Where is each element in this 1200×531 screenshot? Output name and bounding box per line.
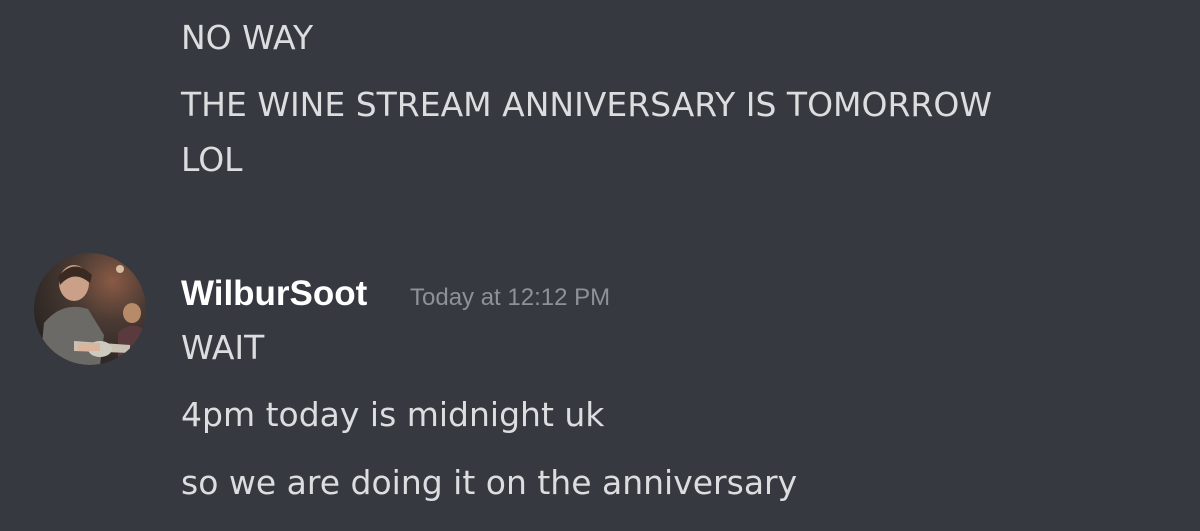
avatar-photo-icon (34, 253, 146, 365)
message-group-wilbursoot: WilburSoot Today at 12:12 PM WAIT 4pm to… (0, 240, 1200, 531)
message-line: NO WAY (181, 18, 314, 57)
message-line: so we are doing it on the anniversary (181, 463, 798, 502)
previous-message-group: NO WAY THE WINE STREAM ANNIVERSARY IS TO… (0, 0, 1200, 240)
username[interactable]: WilburSoot (181, 274, 367, 314)
message-line: 4pm today is midnight uk (181, 395, 605, 434)
message-timestamp: Today at 12:12 PM (410, 284, 611, 311)
message-line: WAIT (181, 328, 265, 367)
avatar[interactable] (34, 253, 146, 365)
message-line: LOL (181, 140, 243, 179)
message-line: THE WINE STREAM ANNIVERSARY IS TOMORROW (181, 85, 992, 124)
